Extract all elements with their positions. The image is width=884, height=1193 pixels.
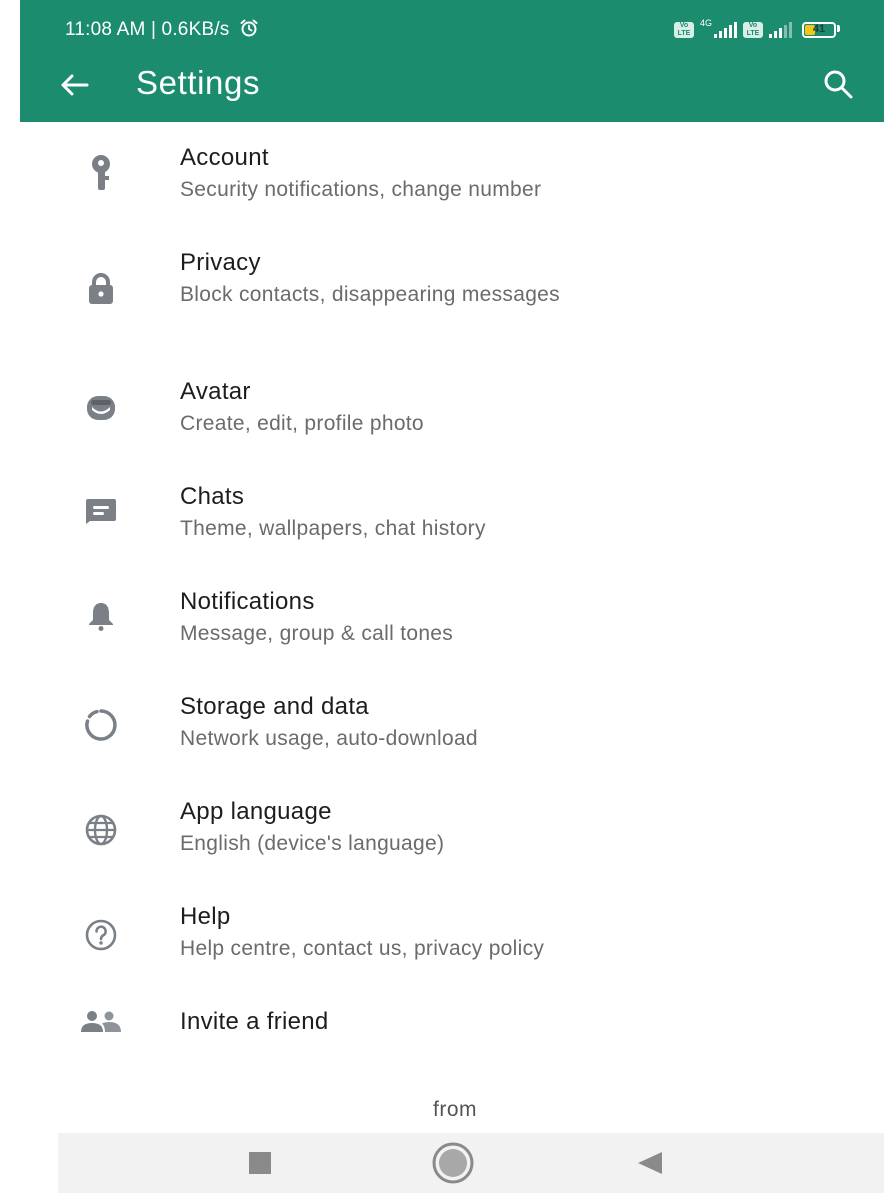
settings-item-subtitle: Help centre, contact us, privacy policy: [180, 937, 545, 960]
settings-item-subtitle: Block contacts, disappearing messages: [180, 283, 560, 306]
settings-item-notifications[interactable]: Notifications Message, group & call tone…: [0, 588, 884, 658]
chat-icon: [78, 491, 124, 531]
settings-item-invite[interactable]: Invite a friend: [0, 1008, 884, 1048]
search-button[interactable]: [820, 66, 856, 102]
from-label: from: [433, 1098, 477, 1121]
help-icon: [78, 915, 124, 955]
settings-item-subtitle: Security notifications, change number: [180, 178, 542, 201]
settings-item-subtitle: Network usage, auto-download: [180, 727, 478, 750]
alarm-clock-icon: [239, 18, 259, 44]
settings-item-title: App language: [180, 798, 332, 825]
battery-icon: 41: [802, 22, 836, 38]
settings-item-privacy[interactable]: Privacy Block contacts, disappearing mes…: [0, 249, 884, 339]
settings-item-title: Account: [180, 144, 269, 171]
system-nav-bar: [58, 1133, 884, 1193]
nav-back-button[interactable]: [620, 1133, 680, 1193]
settings-item-chats[interactable]: Chats Theme, wallpapers, chat history: [0, 483, 884, 553]
settings-item-subtitle: Message, group & call tones: [180, 622, 454, 645]
settings-item-avatar[interactable]: Avatar Create, edit, profile photo: [0, 378, 884, 448]
globe-icon: [78, 810, 124, 850]
settings-item-title: Privacy: [180, 249, 261, 276]
settings-item-subtitle: English (device's language): [180, 832, 445, 855]
search-icon: [824, 70, 853, 99]
toolbar: Settings: [20, 50, 884, 122]
avatar-icon: [78, 388, 124, 428]
key-icon: [78, 154, 124, 194]
settings-item-app-language[interactable]: App language English (device's language): [0, 798, 884, 868]
sim2-volte-badge: Vo LTE: [743, 22, 763, 38]
settings-item-subtitle: Create, edit, profile photo: [180, 412, 424, 435]
settings-item-title: Help: [180, 903, 231, 930]
storage-circle-icon: [78, 705, 124, 745]
settings-item-title: Invite a friend: [180, 1008, 329, 1035]
arrow-left-icon: [61, 74, 89, 96]
lock-icon: [78, 269, 124, 309]
square-icon: [249, 1152, 271, 1174]
settings-item-subtitle: Theme, wallpapers, chat history: [180, 517, 486, 540]
network-type-label: 4G: [699, 18, 712, 28]
settings-item-title: Storage and data: [180, 693, 369, 720]
back-button[interactable]: [54, 68, 94, 102]
settings-item-title: Chats: [180, 483, 245, 510]
sim1-volte-badge: Vo LTE: [673, 22, 694, 38]
status-indicators: Vo LTE 4G Vo LTE 41: [673, 18, 840, 38]
settings-screen: 11:08 AM | 0.6KB/s Vo LTE 4G Vo LTE 41 S…: [0, 0, 884, 1193]
battery-cap: [837, 24, 840, 32]
settings-item-help[interactable]: Help Help centre, contact us, privacy po…: [0, 903, 884, 973]
settings-item-title: Notifications: [180, 588, 315, 615]
status-time: 11:08 AM | 0.6KB/s: [65, 18, 259, 44]
app-header: 11:08 AM | 0.6KB/s Vo LTE 4G Vo LTE 41 S…: [20, 0, 884, 122]
triangle-back-icon: [638, 1152, 662, 1174]
sim1-signal-icon: [714, 22, 737, 38]
status-bar: 11:08 AM | 0.6KB/s Vo LTE 4G Vo LTE 41: [20, 0, 884, 50]
recents-button[interactable]: [230, 1133, 290, 1193]
settings-item-storage[interactable]: Storage and data Network usage, auto-dow…: [0, 693, 884, 763]
bell-icon: [78, 596, 124, 636]
settings-item-account[interactable]: Account Security notifications, change n…: [0, 144, 884, 214]
circle-home-icon: [432, 1142, 474, 1184]
status-time-text: 11:08 AM | 0.6KB/s: [65, 19, 230, 40]
sim2-signal-icon: [769, 22, 792, 38]
home-button[interactable]: [423, 1133, 483, 1193]
battery-level-text: 41: [812, 23, 826, 35]
page-title: Settings: [136, 64, 261, 101]
settings-item-title: Avatar: [180, 378, 251, 405]
people-icon: [78, 1002, 124, 1042]
